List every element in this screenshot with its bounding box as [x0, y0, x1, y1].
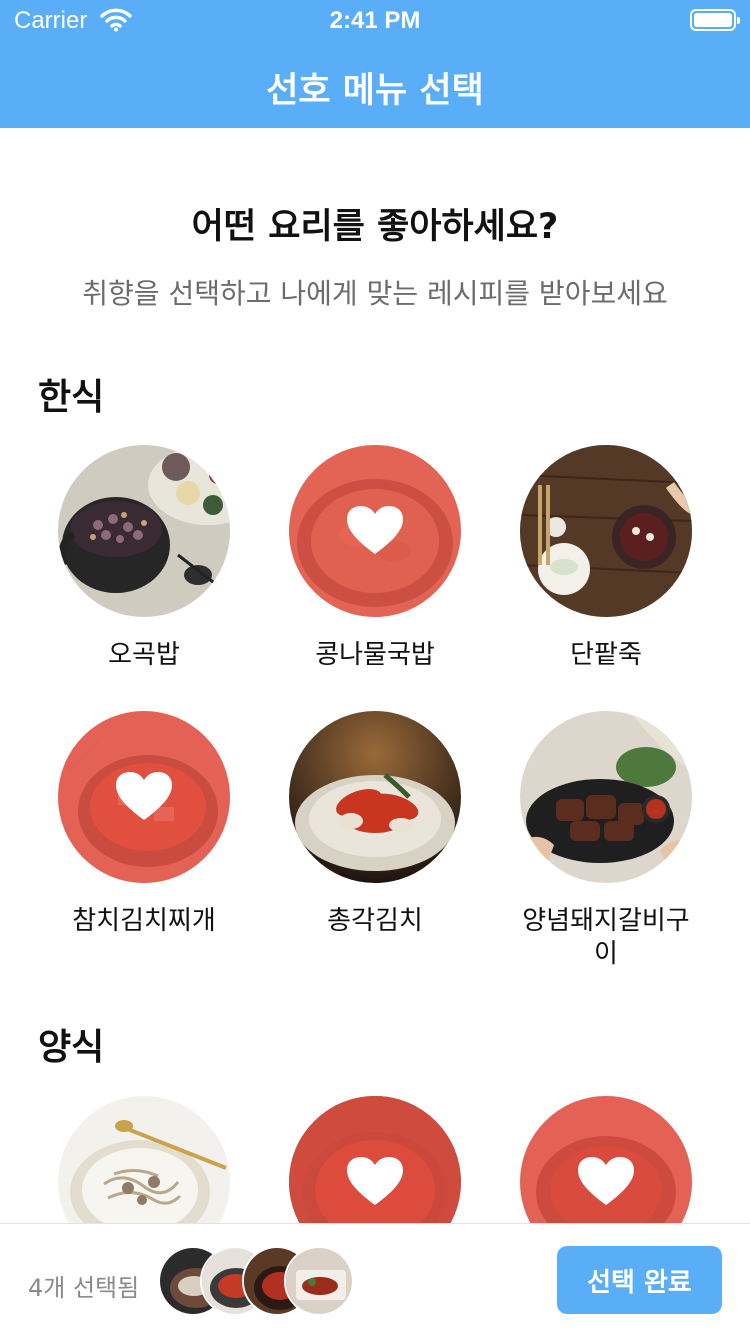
food-name: 총각김치: [327, 906, 423, 936]
navigation-bar: 선호 메뉴 선택: [0, 40, 750, 128]
food-item[interactable]: 양념돼지갈비구이: [490, 711, 722, 971]
food-photo: [289, 711, 461, 883]
nav-title: 선호 메뉴 선택: [266, 71, 484, 111]
selected-thumbnail[interactable]: [284, 1246, 354, 1316]
food-name: 단팥죽: [570, 640, 642, 670]
food-item-selected[interactable]: 콩나물국밥: [259, 445, 491, 672]
food-photo: [289, 445, 461, 617]
done-button[interactable]: 선택 완료: [557, 1246, 722, 1314]
heart-icon: [347, 1157, 403, 1205]
heart-icon: [347, 506, 403, 554]
heart-icon: [578, 1157, 634, 1205]
status-bar: Carrier 2:41 PM: [0, 0, 750, 40]
food-photo: [58, 445, 230, 617]
food-name: 오곡밥: [108, 640, 180, 670]
food-photo: [520, 711, 692, 883]
food-item-selected[interactable]: 참치김치찌개: [28, 711, 260, 938]
selected-overlay: [289, 445, 461, 617]
section-title-korean: 한식: [38, 377, 105, 418]
food-name: 참치김치찌개: [72, 906, 216, 936]
food-item[interactable]: 총각김치: [259, 711, 491, 938]
food-item[interactable]: 오곡밥: [28, 445, 260, 672]
page-headline: 어떤 요리를 좋아하세요?: [191, 207, 559, 247]
food-name: 콩나물국밥: [315, 640, 435, 670]
food-name: 양념돼지갈비구이: [522, 906, 690, 969]
bottom-bar: 4개 선택됨 선택 완료: [0, 1223, 750, 1334]
food-item[interactable]: 단팥죽: [490, 445, 722, 672]
battery-icon: [690, 9, 740, 31]
heart-icon: [116, 772, 172, 820]
clock: 2:41 PM: [329, 7, 421, 34]
food-photo: [520, 445, 692, 617]
selected-overlay: [58, 711, 230, 883]
selected-count: 4개 선택됨: [28, 1274, 140, 1302]
food-photo: [58, 711, 230, 883]
page-subtitle: 취향을 선택하고 나에게 맞는 레시피를 받아보세요: [82, 277, 668, 310]
selected-thumbnails: [158, 1246, 358, 1316]
section-title-western: 양식: [38, 1027, 105, 1068]
